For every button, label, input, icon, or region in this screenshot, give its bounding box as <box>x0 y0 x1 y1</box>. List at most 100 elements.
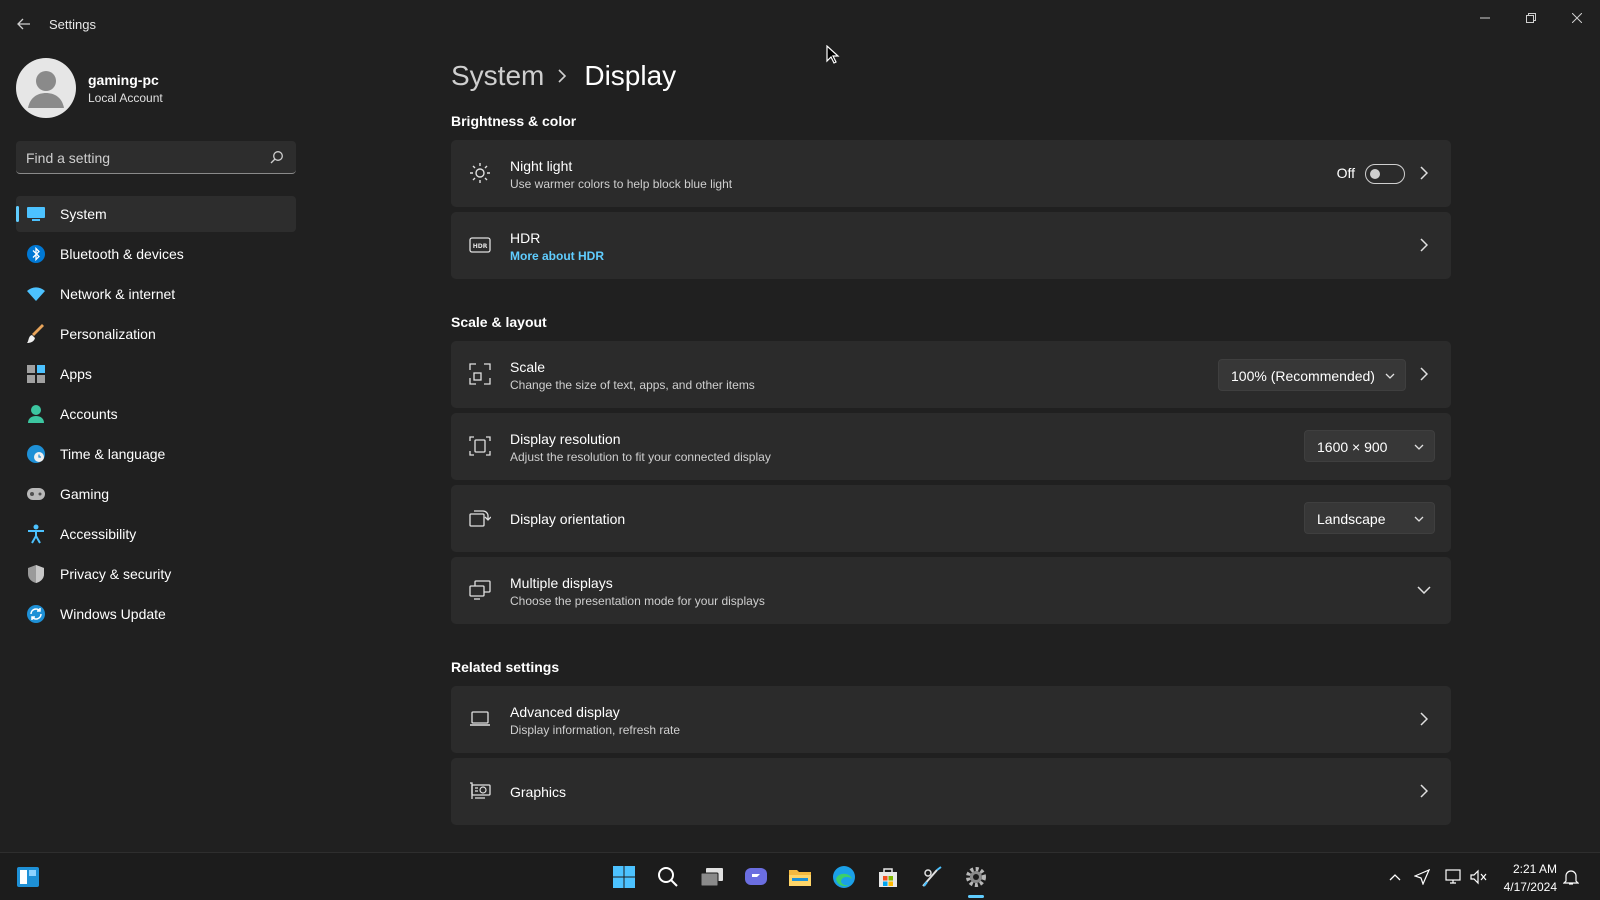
sidebar-item-apps[interactable]: Apps <box>16 356 296 392</box>
profile-account-type: Local Account <box>88 91 163 105</box>
toggle-knob <box>1370 169 1380 179</box>
graphics-card[interactable]: Graphics <box>451 758 1451 825</box>
profile-name: gaming-pc <box>88 72 159 88</box>
taskbar: 2:21 AM 4/17/2024 <box>0 852 1600 900</box>
search-input[interactable]: Find a setting <box>16 141 296 174</box>
sidebar-item-label: Gaming <box>60 486 110 502</box>
restore-button[interactable] <box>1511 6 1551 30</box>
display-orientation-card[interactable]: Display orientation Landscape <box>451 485 1451 552</box>
widgets-icon[interactable] <box>14 863 42 891</box>
sidebar-item-label: Accessibility <box>60 526 137 542</box>
person-icon <box>26 404 46 424</box>
night-light-toggle[interactable] <box>1365 164 1405 184</box>
display-orientation-title: Display orientation <box>510 511 626 527</box>
settings-gear-icon[interactable] <box>962 863 990 891</box>
mouse-cursor-icon <box>826 44 840 65</box>
sun-icon <box>469 162 491 184</box>
title-bar: Settings <box>0 0 1600 48</box>
sidebar-item-bluetooth[interactable]: Bluetooth & devices <box>16 236 296 272</box>
search-placeholder: Find a setting <box>26 150 111 166</box>
multiple-displays-card[interactable]: Multiple displays Choose the presentatio… <box>451 557 1451 624</box>
microsoft-store-icon[interactable] <box>874 863 902 891</box>
location-icon[interactable] <box>1413 868 1431 886</box>
shield-icon <box>26 564 46 584</box>
sidebar-item-privacy-security[interactable]: Privacy & security <box>16 556 296 592</box>
resolution-icon <box>469 435 491 457</box>
bluetooth-icon <box>26 244 46 264</box>
multiple-displays-icon <box>469 579 491 601</box>
volume-muted-icon[interactable] <box>1470 868 1488 886</box>
back-arrow-icon[interactable] <box>14 14 34 34</box>
section-title-brightness: Brightness & color <box>451 113 577 129</box>
teams-chat-icon[interactable] <box>742 863 770 891</box>
search-icon <box>270 150 284 164</box>
night-light-title: Night light <box>510 158 573 174</box>
app-title: Settings <box>49 17 96 32</box>
windows-start-icon[interactable] <box>610 863 638 891</box>
file-explorer-icon[interactable] <box>786 863 814 891</box>
sidebar-item-accounts[interactable]: Accounts <box>16 396 296 432</box>
sidebar-item-label: Windows Update <box>60 606 166 622</box>
apps-icon <box>26 364 46 384</box>
sidebar-item-gaming[interactable]: Gaming <box>16 476 296 512</box>
sidebar-item-windows-update[interactable]: Windows Update <box>16 596 296 632</box>
chevron-up-icon[interactable] <box>1386 868 1404 886</box>
edge-browser-icon[interactable] <box>830 863 858 891</box>
orientation-dropdown[interactable]: Landscape <box>1304 502 1435 534</box>
accessibility-icon <box>26 524 46 544</box>
sidebar-item-network[interactable]: Network & internet <box>16 276 296 312</box>
chevron-right-icon <box>1417 166 1431 180</box>
sidebar-item-label: Apps <box>60 366 92 382</box>
user-profile[interactable]: gaming-pc Local Account <box>16 58 316 118</box>
scale-title: Scale <box>510 359 546 375</box>
chevron-right-icon <box>1417 712 1431 726</box>
scale-card[interactable]: Scale Change the size of text, apps, and… <box>451 341 1451 408</box>
section-title-related-settings: Related settings <box>451 659 560 675</box>
section-title-scale-layout: Scale & layout <box>451 314 547 330</box>
chevron-down-icon <box>1414 514 1424 524</box>
sidebar-item-accessibility[interactable]: Accessibility <box>16 516 296 552</box>
chevron-down-icon[interactable] <box>1417 583 1431 597</box>
orientation-dropdown-value: Landscape <box>1317 511 1386 527</box>
gamepad-icon <box>26 484 46 504</box>
graphics-title: Graphics <box>510 784 567 800</box>
breadcrumb: System Display <box>451 58 676 94</box>
hdr-card[interactable]: HDR HDR More about HDR <box>451 212 1451 279</box>
task-view-icon[interactable] <box>698 863 726 891</box>
sidebar-item-personalization[interactable]: Personalization <box>16 316 296 352</box>
sidebar-item-label: Personalization <box>60 326 156 342</box>
page-title: Display <box>584 60 677 91</box>
minimize-button[interactable] <box>1465 6 1505 30</box>
more-about-hdr-link[interactable]: More about HDR <box>510 249 604 263</box>
night-light-subtitle: Use warmer colors to help block blue lig… <box>510 177 733 191</box>
clock-time[interactable]: 2:21 AM <box>1513 862 1557 876</box>
display-resolution-title: Display resolution <box>510 431 621 447</box>
sidebar-item-system[interactable]: System <box>16 196 296 232</box>
scale-dropdown[interactable]: 100% (Recommended) <box>1218 359 1406 391</box>
update-icon <box>26 604 46 624</box>
night-light-state-label: Off <box>1336 165 1355 181</box>
notifications-icon[interactable] <box>1562 868 1580 886</box>
sidebar-item-label: Accounts <box>60 406 118 422</box>
advanced-display-subtitle: Display information, refresh rate <box>510 723 681 737</box>
svg-text:HDR: HDR <box>473 243 488 250</box>
clock-date[interactable]: 4/17/2024 <box>1504 880 1557 894</box>
network-icon[interactable] <box>1445 868 1463 886</box>
wifi-icon <box>26 284 46 304</box>
scale-subtitle: Change the size of text, apps, and other… <box>510 378 755 392</box>
close-button[interactable] <box>1557 6 1597 30</box>
chevron-right-icon <box>1417 367 1431 381</box>
sidebar-item-time-language[interactable]: Time & language <box>16 436 296 472</box>
night-light-card[interactable]: Night light Use warmer colors to help bl… <box>451 140 1451 207</box>
display-resolution-card[interactable]: Display resolution Adjust the resolution… <box>451 413 1451 480</box>
resolution-dropdown-value: 1600 × 900 <box>1317 439 1388 455</box>
advanced-display-card[interactable]: Advanced display Display information, re… <box>451 686 1451 753</box>
resolution-dropdown[interactable]: 1600 × 900 <box>1304 430 1435 462</box>
hdr-icon: HDR <box>469 234 491 256</box>
breadcrumb-parent[interactable]: System <box>451 60 544 92</box>
sidebar-item-label: Bluetooth & devices <box>60 246 184 262</box>
graphics-card-icon <box>469 780 491 802</box>
snipping-tool-icon[interactable] <box>918 863 946 891</box>
search-icon[interactable] <box>654 863 682 891</box>
brush-icon <box>26 324 46 344</box>
